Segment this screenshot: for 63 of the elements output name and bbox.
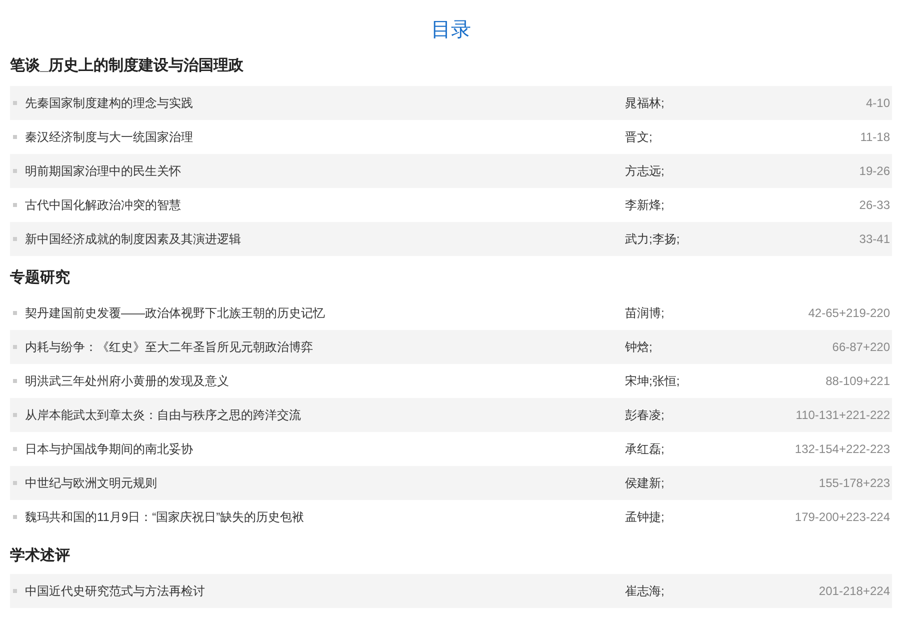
article-title[interactable]: 新中国经济成就的制度因素及其演进逻辑 <box>25 230 625 248</box>
list-row[interactable]: 先秦国家制度建构的理念与实践 晁福林; 4-10 <box>10 86 892 120</box>
page-range: 201-218+224 <box>818 583 891 600</box>
article-title[interactable]: 日本与护国战争期间的南北妥协 <box>25 440 625 458</box>
article-title[interactable]: 内耗与纷争：《红史》至大二年圣旨所见元朝政治博弈 <box>25 338 625 356</box>
bullet-icon <box>13 101 17 105</box>
article-authors: 晋文; <box>625 129 654 146</box>
article-authors: 宋坤;张恒; <box>625 373 681 390</box>
page-range: 179-200+223-224 <box>794 509 891 526</box>
page-range: 33-41 <box>859 231 891 248</box>
list-row[interactable]: 新中国经济成就的制度因素及其演进逻辑 武力;李扬; 33-41 <box>10 222 892 256</box>
bullet-icon <box>13 237 17 241</box>
page-range: 19-26 <box>859 163 891 180</box>
article-title[interactable]: 中世纪与欧洲文明元规则 <box>25 474 625 492</box>
section-heading: 学术述评 <box>10 546 71 566</box>
bullet-icon <box>13 311 17 315</box>
article-title[interactable]: 明前期国家治理中的民生关怀 <box>25 162 625 180</box>
bullet-icon <box>13 345 17 349</box>
page-range: 155-178+223 <box>818 475 891 492</box>
article-title[interactable]: 古代中国化解政治冲突的智慧 <box>25 196 625 214</box>
page-range: 66-87+220 <box>832 339 891 356</box>
article-authors: 侯建新; <box>625 475 666 492</box>
article-title[interactable]: 从岸本能武太到章太炎：自由与秩序之思的跨洋交流 <box>25 406 625 424</box>
bullet-icon <box>13 589 17 593</box>
page-range: 110-131+221-222 <box>796 407 891 424</box>
page-range: 132-154+222-223 <box>794 441 891 458</box>
bullet-icon <box>13 135 17 139</box>
article-authors: 晁福林; <box>625 95 666 112</box>
bullet-icon <box>13 203 17 207</box>
page-range: 88-109+221 <box>826 373 891 390</box>
article-authors: 孟钟捷; <box>625 509 666 526</box>
article-authors: 钟焓; <box>625 339 654 356</box>
bullet-icon <box>13 169 17 173</box>
section-heading: 专题研究 <box>10 268 71 288</box>
article-title[interactable]: 中国近代史研究范式与方法再检讨 <box>25 582 625 600</box>
bullet-icon <box>13 447 17 451</box>
article-authors: 承红磊; <box>625 441 666 458</box>
article-authors: 苗润博; <box>625 305 666 322</box>
bullet-icon <box>13 515 17 519</box>
article-title[interactable]: 契丹建国前史发覆——政治体视野下北族王朝的历史记忆 <box>25 304 625 322</box>
article-authors: 崔志海; <box>625 583 666 600</box>
section-heading: 笔谈_历史上的制度建设与治国理政 <box>10 56 244 76</box>
page-range: 4-10 <box>866 95 891 112</box>
page-title: 目录 <box>430 18 472 43</box>
article-title[interactable]: 明洪武三年处州府小黄册的发现及意义 <box>25 372 625 390</box>
list-row[interactable]: 从岸本能武太到章太炎：自由与秩序之思的跨洋交流 彭春凌; 110-131+221-222 <box>10 398 892 432</box>
bullet-icon <box>13 481 17 485</box>
list-row[interactable]: 明前期国家治理中的民生关怀 方志远; 19-26 <box>10 154 892 188</box>
list-row[interactable]: 中国近代史研究范式与方法再检讨 崔志海; 201-218+224 <box>10 574 892 608</box>
article-title[interactable]: 秦汉经济制度与大一统国家治理 <box>25 128 625 146</box>
article-authors: 武力;李扬; <box>625 231 681 248</box>
bullet-icon <box>13 413 17 417</box>
bullet-icon <box>13 379 17 383</box>
page-range: 26-33 <box>859 197 891 214</box>
page-range: 42-65+219-220 <box>808 305 891 322</box>
article-title[interactable]: 魏玛共和国的11月9日：“国家庆祝日”缺失的历史包袱 <box>25 508 625 526</box>
list-row[interactable]: 内耗与纷争：《红史》至大二年圣旨所见元朝政治博弈 钟焓; 66-87+220 <box>10 330 892 364</box>
article-authors: 李新烽; <box>625 197 666 214</box>
article-title[interactable]: 先秦国家制度建构的理念与实践 <box>25 94 625 112</box>
page-range: 11-18 <box>860 129 891 146</box>
list-row[interactable]: 中世纪与欧洲文明元规则 侯建新; 155-178+223 <box>10 466 892 500</box>
article-authors: 彭春凌; <box>625 407 666 424</box>
article-authors: 方志远; <box>625 163 666 180</box>
